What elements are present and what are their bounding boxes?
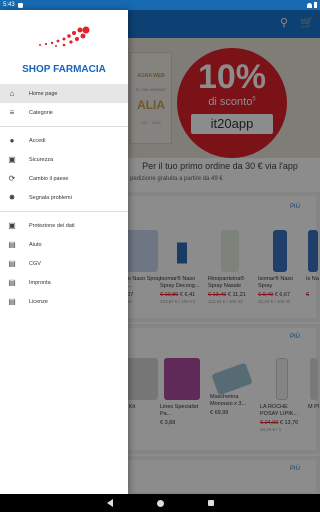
license-doc-icon: ▤	[8, 296, 16, 306]
logo-dots-icon	[39, 26, 90, 47]
country-icon: ⟳	[8, 173, 16, 183]
drawer-item-country[interactable]: ⟳ Cambio il paese	[0, 169, 128, 188]
notification-icon	[17, 2, 23, 8]
divider	[0, 211, 128, 212]
drawer-item-label: Protezione dei dati	[29, 222, 75, 229]
divider	[0, 126, 128, 127]
status-time: 5:43	[3, 2, 15, 8]
back-icon[interactable]	[106, 499, 113, 507]
lock-icon: ▣	[8, 154, 16, 164]
bug-icon: ✸	[8, 192, 16, 202]
drawer-item-terms[interactable]: ▤ CGV	[0, 254, 128, 273]
imprint-doc-icon: ▤	[8, 277, 16, 287]
drawer-item-label: Categorie	[29, 109, 53, 116]
home-button-icon[interactable]	[156, 499, 164, 507]
shop-logo: SHOP FARMACIA	[0, 24, 128, 80]
drawer-item-label: Segnala problemi	[29, 194, 72, 201]
drawer-item-label: Impronta	[29, 279, 51, 286]
status-bar: 5:43	[0, 0, 320, 10]
drawer-item-imprint[interactable]: ▤ Impronta	[0, 273, 128, 292]
drawer-item-label: Aiuto	[29, 241, 42, 248]
navigation-drawer: SHOP FARMACIA ⌂ Home page ≡ Categorie ● …	[0, 10, 128, 494]
drawer-item-label: Cambio il paese	[29, 175, 69, 182]
drawer-item-categories[interactable]: ≡ Categorie	[0, 103, 128, 122]
drawer-item-report[interactable]: ✸ Segnala problemi	[0, 188, 128, 207]
recents-icon[interactable]	[207, 500, 214, 506]
privacy-lock-icon: ▣	[8, 220, 16, 230]
home-icon: ⌂	[9, 88, 15, 98]
drawer-item-label: Sicurezza	[29, 156, 54, 163]
terms-doc-icon: ▤	[8, 258, 16, 268]
battery-icon	[314, 2, 317, 8]
drawer-item-help[interactable]: ▤ Aiuto	[0, 235, 128, 254]
drawer-item-licenses[interactable]: ▤ Licenze	[0, 292, 128, 311]
drawer-item-login[interactable]: ● Accedi	[0, 131, 128, 150]
drawer-item-label: CGV	[29, 260, 41, 267]
drawer-item-privacy[interactable]: ▣ Protezione dei dati	[0, 216, 128, 235]
logo-text: SHOP FARMACIA	[22, 64, 106, 75]
drawer-item-home[interactable]: ⌂ Home page	[0, 84, 128, 103]
drawer-item-label: Licenze	[29, 298, 48, 305]
drawer-menu: ⌂ Home page ≡ Categorie ● Accedi ▣ Sicur…	[0, 84, 128, 311]
system-nav-bar	[0, 494, 320, 512]
categories-icon: ≡	[9, 107, 15, 117]
drawer-item-label: Home page	[29, 90, 58, 97]
wifi-icon	[307, 2, 312, 8]
drawer-item-security[interactable]: ▣ Sicurezza	[0, 150, 128, 169]
drawer-item-label: Accedi	[29, 137, 46, 144]
account-icon: ●	[9, 135, 15, 145]
help-doc-icon: ▤	[8, 239, 16, 249]
